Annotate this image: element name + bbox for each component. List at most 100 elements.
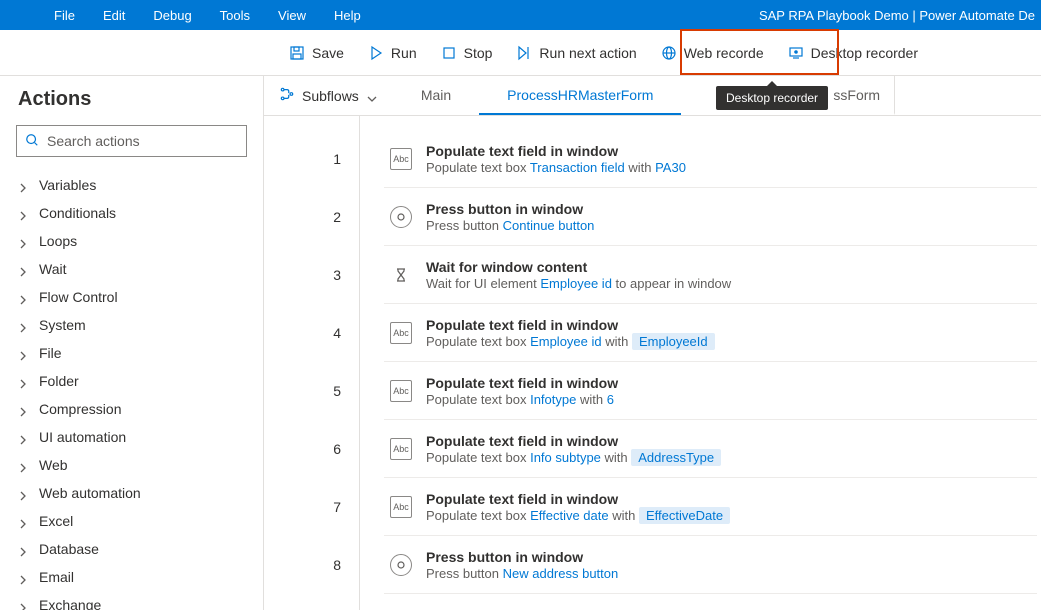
category-label: Web xyxy=(39,457,68,473)
desktop-recorder-label: Desktop recorder xyxy=(811,45,918,61)
step-title: Wait for window content xyxy=(426,259,731,275)
menu-debug[interactable]: Debug xyxy=(139,8,205,23)
category-item[interactable]: Compression xyxy=(0,395,263,423)
step-desc-text: with xyxy=(609,508,639,523)
step-link: Employee id xyxy=(530,334,602,349)
category-label: File xyxy=(39,345,62,361)
step-link: Infotype xyxy=(530,392,576,407)
chevron-right-icon xyxy=(18,208,28,218)
menu-help[interactable]: Help xyxy=(320,8,375,23)
tab-ssform[interactable]: ssForm xyxy=(819,76,895,115)
step-number: 6 xyxy=(333,420,341,478)
category-item[interactable]: Excel xyxy=(0,507,263,535)
category-item[interactable]: Web xyxy=(0,451,263,479)
chevron-right-icon xyxy=(18,320,28,330)
flow-step[interactable]: Press button in windowPress button Conti… xyxy=(384,188,1037,246)
tooltip-desktop-recorder: Desktop recorder xyxy=(716,86,828,110)
step-description: Populate text box Infotype with 6 xyxy=(426,392,618,407)
web-recorder-button[interactable]: Web recorde xyxy=(649,37,776,69)
step-desc-text: Populate text box xyxy=(426,508,530,523)
step-title: Populate text field in window xyxy=(426,375,618,391)
category-item[interactable]: Loops xyxy=(0,227,263,255)
category-item[interactable]: UI automation xyxy=(0,423,263,451)
stop-icon xyxy=(441,45,457,61)
step-desc-text: Populate text box xyxy=(426,392,530,407)
stop-button[interactable]: Stop xyxy=(429,37,505,69)
step-desc-text: Wait for UI element xyxy=(426,276,540,291)
step-numbers: 12345678 xyxy=(264,116,360,610)
category-item[interactable]: Flow Control xyxy=(0,283,263,311)
step-title: Press button in window xyxy=(426,201,594,217)
step-number: 3 xyxy=(333,246,341,304)
step-desc-text: with xyxy=(602,334,632,349)
step-link: PA30 xyxy=(655,160,686,175)
flow-step[interactable]: AbcPopulate text field in windowPopulate… xyxy=(384,304,1037,362)
category-item[interactable]: Exchange xyxy=(0,591,263,610)
chevron-right-icon xyxy=(18,404,28,414)
step-variable-pill: AddressType xyxy=(631,449,721,466)
step-number: 7 xyxy=(333,478,341,536)
toolbar: Save Run Stop Run next action Web record… xyxy=(0,30,1041,76)
globe-icon xyxy=(661,45,677,61)
menu-view[interactable]: View xyxy=(264,8,320,23)
step-link: Continue button xyxy=(503,218,595,233)
flow-step[interactable]: Wait for window contentWait for UI eleme… xyxy=(384,246,1037,304)
category-label: Wait xyxy=(39,261,66,277)
step-description: Press button New address button xyxy=(426,566,618,581)
flow-area: 12345678 Abc Populate text field in windo… xyxy=(264,116,1041,610)
run-button[interactable]: Run xyxy=(356,37,429,69)
desktop-recorder-button[interactable]: Desktop recorder xyxy=(776,37,930,69)
category-label: Compression xyxy=(39,401,121,417)
chevron-right-icon xyxy=(18,180,28,190)
menu-edit[interactable]: Edit xyxy=(89,8,139,23)
flow-step[interactable]: AbcPopulate text field in windowPopulate… xyxy=(384,130,1037,188)
step-title: Populate text field in window xyxy=(426,433,721,449)
web-recorder-label: Web recorde xyxy=(684,45,764,61)
flow-step[interactable]: AbcPopulate text field in windowPopulate… xyxy=(384,420,1037,478)
category-label: Database xyxy=(39,541,99,557)
menu-file[interactable]: File xyxy=(40,8,89,23)
search-input[interactable] xyxy=(47,133,238,149)
category-item[interactable]: Variables xyxy=(0,171,263,199)
chevron-right-icon xyxy=(18,600,28,610)
step-desc-text: Populate text box xyxy=(426,334,530,349)
category-item[interactable]: Web automation xyxy=(0,479,263,507)
category-item[interactable]: Email xyxy=(0,563,263,591)
save-label: Save xyxy=(312,45,344,61)
flow-step[interactable]: AbcPopulate text field in windowPopulate… xyxy=(384,362,1037,420)
category-item[interactable]: Database xyxy=(0,535,263,563)
run-next-button[interactable]: Run next action xyxy=(504,37,648,69)
subflows-dropdown[interactable]: Subflows xyxy=(264,76,393,115)
step-desc-text: with xyxy=(601,450,631,465)
category-item[interactable]: Wait xyxy=(0,255,263,283)
flow-step[interactable]: Press button in windowPress button New a… xyxy=(384,536,1037,594)
step-title: Populate text field in window xyxy=(426,143,686,159)
step-desc-text: Populate text box xyxy=(426,160,530,175)
flow-step[interactable]: Abc Populate text field in windowPopulate… xyxy=(384,478,1037,536)
actions-heading: Actions xyxy=(0,76,263,125)
step-variable-pill: EmployeeId xyxy=(632,333,715,350)
category-item[interactable]: Folder xyxy=(0,367,263,395)
category-item[interactable]: Conditionals xyxy=(0,199,263,227)
category-label: Folder xyxy=(39,373,79,389)
step-description: Populate text box Employee id with Emplo… xyxy=(426,334,715,349)
step-desc-text: Press button xyxy=(426,218,503,233)
menu-tools[interactable]: Tools xyxy=(206,8,264,23)
text-field-icon: Abc xyxy=(390,496,412,518)
tab-processhrmasterform[interactable]: ProcessHRMasterForm xyxy=(479,76,681,115)
category-label: Exchange xyxy=(39,597,101,610)
save-icon xyxy=(289,45,305,61)
tab-main[interactable]: Main xyxy=(393,76,479,115)
step-description: Populate text box Info subtype with Addr… xyxy=(426,450,721,465)
category-item[interactable]: System xyxy=(0,311,263,339)
category-item[interactable]: File xyxy=(0,339,263,367)
chevron-down-icon xyxy=(367,91,377,101)
search-box[interactable] xyxy=(16,125,247,157)
subflows-icon xyxy=(280,87,294,104)
step-title: Populate text field in window xyxy=(426,491,730,507)
menubar: File Edit Debug Tools View Help SAP RPA … xyxy=(0,0,1041,30)
step-description: Press button Continue button xyxy=(426,218,594,233)
save-button[interactable]: Save xyxy=(277,37,356,69)
window-title: SAP RPA Playbook Demo | Power Automate D… xyxy=(759,8,1041,23)
button-press-icon xyxy=(390,206,412,228)
